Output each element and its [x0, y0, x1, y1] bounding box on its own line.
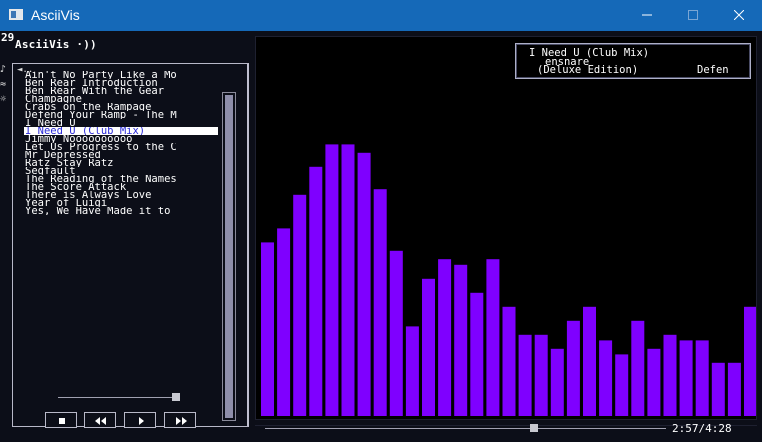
close-icon — [734, 10, 744, 20]
wave-icon[interactable]: ≈ — [0, 78, 12, 93]
spectrum-bar — [293, 194, 307, 416]
spectrum-bar — [389, 250, 403, 416]
seek-bar-track[interactable] — [265, 428, 666, 429]
spectrum-bar — [373, 189, 387, 416]
spectrum-bar — [663, 334, 677, 416]
playlist-item[interactable]: I Need U — [24, 119, 218, 127]
spectrum-bar — [615, 354, 629, 416]
playback-time: 2:57/4:28 — [672, 422, 732, 435]
play-button[interactable] — [124, 412, 156, 428]
rewind-icon — [95, 417, 106, 425]
playlist-item[interactable]: Ain't No Party Like a Mo — [24, 71, 218, 79]
spectrum-bar — [405, 326, 419, 416]
maximize-button[interactable] — [670, 0, 716, 31]
spectrum-bar — [261, 242, 274, 416]
playlist-item[interactable]: Champagne — [24, 95, 218, 103]
side-icon-column: ♪ ≈ ☼ — [0, 63, 12, 108]
volume-slider-track[interactable] — [58, 397, 180, 398]
seek-bar-knob[interactable] — [529, 424, 538, 432]
maximize-icon — [688, 10, 698, 20]
minimize-button[interactable] — [624, 0, 670, 31]
playlist-item[interactable]: Year of Luigi — [24, 199, 218, 207]
play-icon — [139, 417, 144, 425]
scrollbar-thumb[interactable] — [225, 95, 233, 418]
playlist-item[interactable]: Defend Your Ramp - The M — [24, 111, 218, 119]
spectrum-bar — [486, 259, 500, 416]
spectrum-bar — [518, 334, 532, 416]
playlist-item[interactable]: Mr Depressed — [24, 151, 218, 159]
playlist-item[interactable]: There is Always Love — [24, 191, 218, 199]
title-bar: AsciiVis — [0, 0, 762, 31]
playlist-item[interactable]: Ratz Stay Ratz — [24, 159, 218, 167]
spectrum-bars — [261, 144, 757, 417]
spectrum-bar — [341, 144, 355, 416]
spectrum-bar — [647, 348, 661, 416]
song-list: Ain't No Party Like a Mo Ben Rear Introdu… — [24, 71, 218, 215]
spectrum-bar — [679, 340, 693, 416]
playlist-item[interactable]: Yes, We Have Made it to — [24, 207, 218, 215]
sun-icon[interactable]: ☼ — [0, 93, 12, 108]
spectrum-bar — [534, 334, 548, 416]
music-note-icon[interactable]: ♪ — [0, 63, 12, 78]
stop-icon — [59, 418, 65, 424]
stop-button[interactable] — [45, 412, 77, 428]
console-area: 29 AsciiVis ·)) ♪ ≈ ☼ ◄.. Ain't No Party… — [0, 31, 762, 442]
spectrum-bar — [711, 362, 725, 416]
spectrum-bar — [550, 348, 564, 416]
spectrum-bar — [583, 306, 596, 416]
playlist-item[interactable]: Crabs on the Rampage — [24, 103, 218, 111]
spectrum-bar — [454, 264, 468, 416]
spectrum-bar — [599, 340, 613, 416]
spectrum-bar — [422, 278, 435, 416]
frame-counter: 29 — [1, 31, 15, 44]
now-playing-extra: Defen — [697, 64, 729, 76]
spectrum-bar — [566, 320, 580, 416]
close-button[interactable] — [716, 0, 762, 31]
minimize-icon — [642, 14, 652, 16]
fast-forward-icon — [176, 417, 187, 425]
now-playing-box: I Need U (Club Mix) ensnare (Deluxe Edit… — [515, 43, 751, 79]
spectrum-bar — [695, 340, 709, 416]
playlist-item[interactable]: Segfault — [24, 167, 218, 175]
spectrum-bar — [309, 166, 323, 416]
spectrum-bar — [727, 362, 741, 416]
window-title: AsciiVis — [31, 7, 80, 23]
app-window-icon — [9, 9, 23, 20]
playlist-item[interactable]: Ben Rear With the Gear — [24, 87, 218, 95]
spectrum-bar — [438, 259, 452, 416]
spectrum-bar — [357, 152, 371, 417]
playlist-item[interactable]: Let Us Progress to the C — [24, 143, 218, 151]
playlist-panel: ◄.. Ain't No Party Like a Mo Ben Rear Int… — [12, 63, 249, 427]
fast-forward-button[interactable] — [164, 412, 196, 428]
playlist-item[interactable]: The Reading of the Names — [24, 175, 218, 183]
playlist-item[interactable]: The Score Attack — [24, 183, 218, 191]
spectrum-bar — [470, 292, 484, 416]
spectrum-bar — [502, 306, 516, 416]
spectrum-visualizer — [255, 36, 757, 420]
playlist-scrollbar[interactable] — [222, 92, 236, 421]
now-playing-album: (Deluxe Edition) — [537, 64, 639, 76]
app-name-label: AsciiVis ·)) — [15, 38, 97, 51]
rewind-button[interactable] — [84, 412, 116, 428]
spectrum-bar — [744, 306, 757, 416]
playlist-item-selected[interactable]: I Need U (Club Mix) — [24, 127, 218, 135]
playlist-item[interactable]: Ben Rear Introduction — [24, 79, 218, 87]
volume-slider-knob[interactable] — [172, 393, 181, 401]
playlist-item[interactable]: Jimmy Noooooooooo — [24, 135, 218, 143]
spectrum-bar — [631, 320, 645, 416]
spectrum-bar — [325, 144, 339, 416]
spectrum-bar — [277, 228, 291, 416]
